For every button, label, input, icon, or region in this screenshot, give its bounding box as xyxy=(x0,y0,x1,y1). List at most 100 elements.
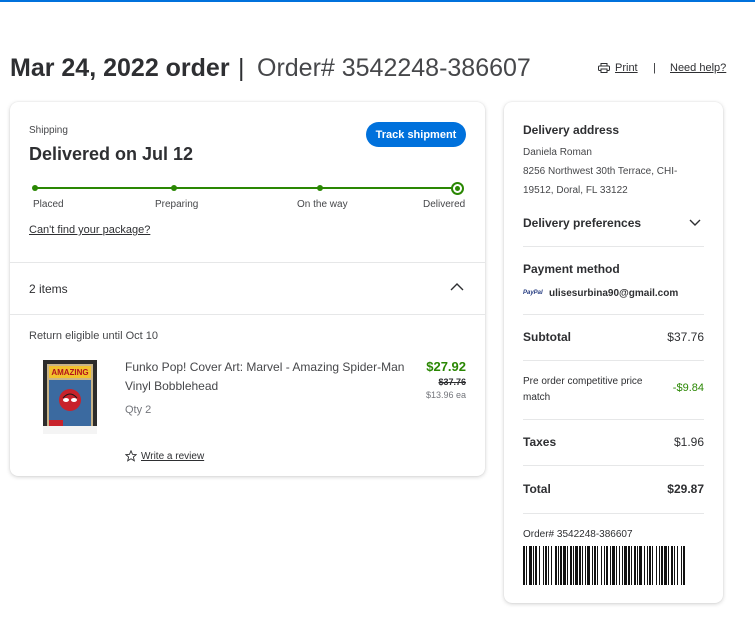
barcode-bar xyxy=(610,546,611,585)
order-header: Mar 24, 2022 order | Order# 3542248-3866… xyxy=(10,54,745,86)
barcode-bar xyxy=(624,546,627,585)
order-number-footer: Order# 3542248-386607 xyxy=(523,529,633,540)
barcode-bar xyxy=(661,546,663,585)
barcode-bar xyxy=(594,546,596,585)
barcode-bar xyxy=(606,546,608,585)
barcode-bar xyxy=(585,546,586,585)
barcode-bar xyxy=(543,546,544,585)
header-separator: | xyxy=(238,54,245,82)
delivery-address-title: Delivery address xyxy=(523,123,620,137)
barcode-bar xyxy=(647,546,648,585)
delivery-status: Delivered on Jul 12 xyxy=(29,144,194,164)
product-name[interactable]: Funko Pop! Cover Art: Marvel - Amazing S… xyxy=(125,358,405,396)
subtotal-label: Subtotal xyxy=(523,330,571,344)
product-unit-price: $13.96 ea xyxy=(425,390,466,400)
barcode-bar xyxy=(656,546,657,585)
print-label: Print xyxy=(615,62,638,74)
barcode-bar xyxy=(545,546,547,585)
product-price: $27.92 xyxy=(426,359,466,374)
barcode-bar xyxy=(674,546,675,585)
payment-email: ulisesurbina90@gmail.com xyxy=(549,288,679,299)
divider xyxy=(523,419,704,420)
write-review-label: Write a review xyxy=(141,450,205,462)
barcode-bar xyxy=(579,546,581,585)
barcode-bar xyxy=(526,546,527,585)
delivery-address-line2: 19512, Doral, FL 33122 xyxy=(523,185,628,196)
divider xyxy=(523,513,704,514)
step-label-delivered: Delivered xyxy=(423,199,466,210)
price-match-label: Pre order competitive price match xyxy=(523,376,643,403)
progress-dot-placed xyxy=(32,185,38,191)
barcode-bar xyxy=(533,546,534,585)
progress-dot-on-the-way xyxy=(317,185,323,191)
barcode-bar xyxy=(539,546,540,585)
total-value: $29.87 xyxy=(667,482,704,496)
svg-text:AMAZING: AMAZING xyxy=(51,368,88,377)
shipping-label: Shipping xyxy=(29,125,68,136)
cant-find-package-link[interactable]: Can't find your package? xyxy=(29,224,150,236)
barcode-bar xyxy=(582,546,583,585)
star-icon xyxy=(125,450,137,462)
order-date-title: Mar 24, 2022 order xyxy=(10,54,230,82)
top-accent-bar xyxy=(0,0,755,2)
barcode-bar xyxy=(616,546,617,585)
divider xyxy=(523,246,704,247)
chevron-down-icon[interactable] xyxy=(689,219,701,227)
links-separator: | xyxy=(653,62,656,74)
barcode-bar xyxy=(573,546,574,585)
divider xyxy=(523,465,704,466)
divider xyxy=(10,314,485,315)
progress-dot-preparing xyxy=(171,185,177,191)
barcode-bar xyxy=(555,546,557,585)
chevron-up-icon[interactable] xyxy=(450,282,464,292)
barcode-bar xyxy=(563,546,566,585)
step-label-preparing: Preparing xyxy=(155,199,199,210)
need-help-link[interactable]: Need help? xyxy=(670,62,726,74)
delivery-address-line1: 8256 Northwest 30th Terrace, CHI- xyxy=(523,166,678,177)
delivery-preferences-toggle[interactable]: Delivery preferences xyxy=(523,216,641,230)
barcode-bar xyxy=(659,546,660,585)
barcode-bar xyxy=(592,546,593,585)
step-label-placed: Placed xyxy=(33,199,64,210)
divider xyxy=(523,314,704,315)
barcode-bar xyxy=(649,546,651,585)
barcode-bar xyxy=(677,546,678,585)
barcode-bar xyxy=(570,546,572,585)
barcode-bar xyxy=(604,546,605,585)
printer-icon xyxy=(598,63,610,73)
product-image[interactable]: AMAZING xyxy=(43,360,97,434)
barcode-bar xyxy=(637,546,638,585)
divider xyxy=(523,360,704,361)
progress-dot-delivered xyxy=(451,182,464,195)
barcode-bar xyxy=(523,546,525,585)
barcode-bar xyxy=(587,546,590,585)
barcode-bar xyxy=(668,546,669,585)
product-original-price: $37.76 xyxy=(438,377,466,387)
order-number-title: Order# 3542248-386607 xyxy=(257,54,531,82)
paypal-icon-label: PayPal xyxy=(523,290,543,296)
barcode-bar xyxy=(560,546,562,585)
barcode-bar xyxy=(681,546,682,585)
barcode-bar xyxy=(628,546,630,585)
taxes-label: Taxes xyxy=(523,435,557,449)
write-review-link[interactable]: Write a review xyxy=(125,450,204,462)
barcode-bar xyxy=(631,546,632,585)
print-link[interactable]: Print xyxy=(598,62,638,74)
barcode-bar xyxy=(612,546,615,585)
barcode-bar xyxy=(529,546,532,585)
barcode-bar xyxy=(575,546,578,585)
divider xyxy=(10,262,485,263)
track-shipment-button[interactable]: Track shipment xyxy=(366,122,466,147)
total-label: Total xyxy=(523,482,551,496)
shipment-card: Shipping Delivered on Jul 12 Track shipm… xyxy=(10,102,485,476)
barcode-bar xyxy=(634,546,636,585)
barcode-image xyxy=(523,546,685,585)
barcode-bar xyxy=(683,546,685,585)
delivery-name: Daniela Roman xyxy=(523,147,592,158)
barcode-bar xyxy=(664,546,667,585)
barcode-bar xyxy=(567,546,568,585)
order-summary-card: Delivery address Daniela Roman 8256 Nort… xyxy=(504,102,723,603)
barcode-bar xyxy=(597,546,598,585)
product-qty: Qty 2 xyxy=(125,404,152,416)
barcode-bar xyxy=(601,546,602,585)
